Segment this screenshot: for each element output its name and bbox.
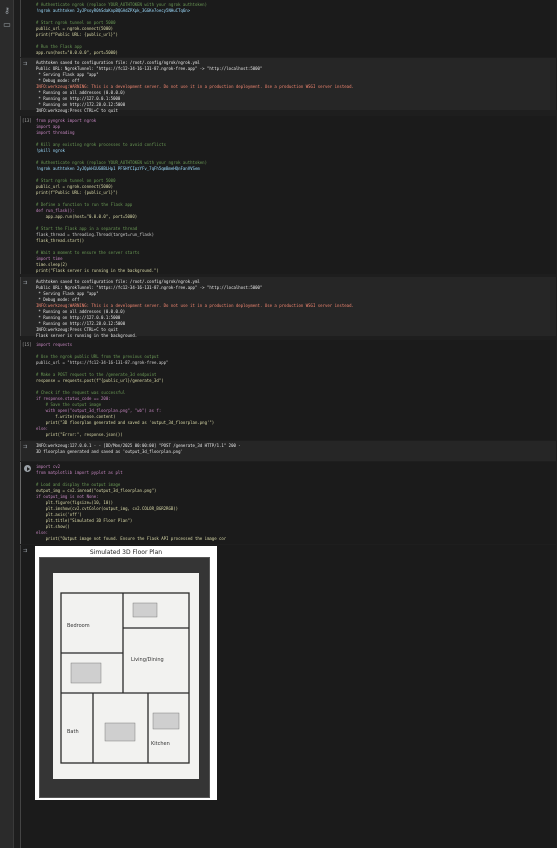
code-editor[interactable]: from pyngrok import ngrok import app impor… bbox=[36, 118, 553, 274]
code-editor[interactable]: import cv2 from matplotlib import pyplot … bbox=[36, 464, 226, 542]
room-label: Living/Dining bbox=[131, 657, 164, 663]
output-cell-3: ⇉ INFO:werkzeug:127.0.0.1 - - [DD/Mon/20… bbox=[20, 441, 556, 461]
floorplan-paper: Living/Dining Bedroom Kitchen Bath bbox=[53, 573, 199, 779]
code-cell-4[interactable]: import cv2 from matplotlib import pyplot … bbox=[20, 462, 556, 544]
code-cell-3[interactable]: [15] import requests # Use the ngrok publ… bbox=[20, 340, 556, 440]
output-text: INFO:werkzeug:127.0.0.1 - - [DD/Mon/2025… bbox=[36, 443, 553, 455]
folder-icon[interactable]: ▭ bbox=[2, 20, 12, 29]
output-line: Flask server is running in the backgroun… bbox=[36, 333, 138, 338]
execution-count: [13] bbox=[22, 118, 32, 123]
output-cell-2: ⇉ Authtoken saved to configuration file:… bbox=[20, 277, 556, 339]
left-sidebar: ⚷ ▭ bbox=[0, 0, 14, 848]
room-label: Kitchen bbox=[151, 741, 170, 747]
output-toggle-icon[interactable]: ⇉ bbox=[23, 280, 32, 286]
output-toggle-icon[interactable]: ⇉ bbox=[23, 444, 32, 450]
room-label: Bedroom bbox=[67, 623, 90, 629]
figure-output: Simulated 3D Floor Plan Living/Dining Be… bbox=[35, 546, 217, 800]
output-toggle-icon[interactable]: ⇉ bbox=[23, 548, 32, 554]
code-editor[interactable]: import requests # Use the ngrok public UR… bbox=[36, 342, 553, 438]
floorplan-drawing: Living/Dining Bedroom Kitchen Bath bbox=[60, 592, 190, 764]
floorplan-image: Living/Dining Bedroom Kitchen Bath bbox=[39, 557, 210, 798]
figure-title: Simulated 3D Floor Plan bbox=[89, 549, 163, 556]
output-line: INFO:werkzeug:Press CTRL+C to quit bbox=[36, 108, 118, 113]
code-cell-1[interactable]: # Authenticate ngrok (replace YOUR_AUTHT… bbox=[20, 0, 556, 57]
code-line: app.run(host="0.0.0.0", port=5000) bbox=[36, 50, 118, 55]
execution-count: [15] bbox=[22, 342, 32, 347]
code-line: print("Error:", response.json()) bbox=[36, 432, 123, 437]
room-label: Bath bbox=[67, 729, 79, 735]
output-text: Authtoken saved to configuration file: /… bbox=[36, 279, 553, 339]
output-text: Authtoken saved to configuration file: /… bbox=[36, 60, 553, 114]
run-cell-button[interactable] bbox=[24, 465, 31, 472]
code-cell-2[interactable]: [13] from pyngrok import ngrok import app… bbox=[20, 116, 556, 274]
code-line: print("Flask server is running in the ba… bbox=[36, 268, 159, 273]
code-line: print("Output image not found. Ensure th… bbox=[45, 536, 226, 541]
key-icon[interactable]: ⚷ bbox=[2, 6, 12, 15]
output-line: 3D floorplan generated and saved as 'out… bbox=[36, 449, 183, 454]
output-toggle-icon[interactable]: ⇉ bbox=[23, 61, 32, 67]
code-editor[interactable]: # Authenticate ngrok (replace YOUR_AUTHT… bbox=[36, 2, 553, 56]
output-cell-1: ⇉ Authtoken saved to configuration file:… bbox=[20, 58, 556, 113]
